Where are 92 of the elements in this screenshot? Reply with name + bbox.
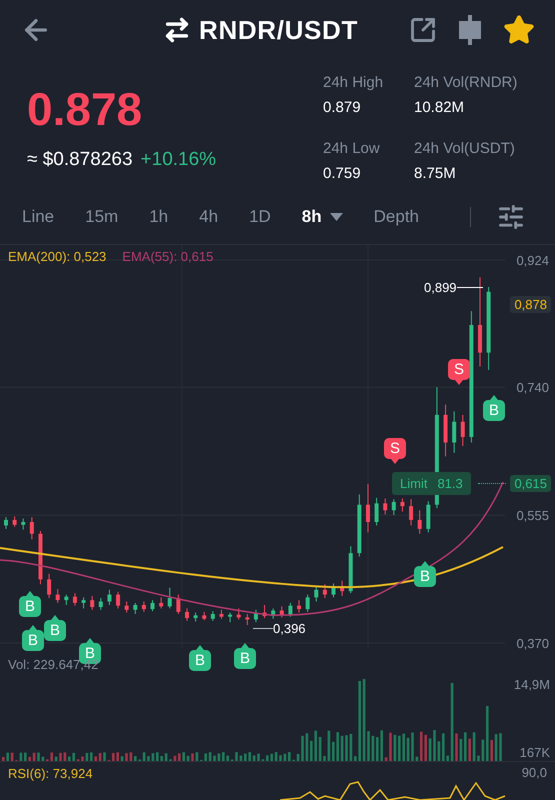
candle [107,589,112,606]
candle [392,498,396,516]
candle [236,608,241,620]
stat-value: 8.75M [414,164,457,184]
candle [409,498,414,526]
interval-tab[interactable]: 8h [302,204,343,230]
candlestick-icon[interactable] [457,15,483,45]
candle [219,609,224,620]
candle [228,612,232,623]
candle [90,596,94,610]
candle [332,583,336,598]
stat-label: 24h Vol(USDT) [414,139,516,159]
candle [306,594,310,612]
candle [194,612,198,622]
share-icon[interactable] [409,16,437,44]
stat-value: 0.879 [323,98,362,118]
volume-axis-label: 14,9M [514,676,550,694]
rsi-label: RSI(6): 73,924 [8,765,93,783]
settings-icon[interactable] [497,203,525,231]
stat-label: 24h Low [323,139,381,159]
pair-title: RNDR/USDT [199,14,358,46]
candle [124,601,129,614]
candle [168,587,172,609]
candle [288,602,292,618]
candle [38,530,42,585]
candle [98,598,103,610]
ema-legend: EMA(200): 0,523 [8,247,106,266]
interval-tab[interactable]: 15m [85,204,118,230]
candle [21,518,26,530]
candle [262,604,267,619]
candle [348,546,353,594]
usd-price: ≈ $0.878263 [27,148,133,172]
candle [340,580,344,596]
stat-value: 0.759 [323,164,362,184]
candle [4,516,8,530]
price-axis-label: 0,615 [510,475,551,492]
candle [30,516,34,540]
limit-order-tag[interactable]: Limit 81.3 [392,472,471,495]
candle [297,600,302,614]
candle [133,602,138,614]
candle [366,484,370,533]
candle [383,498,388,515]
candle [357,494,362,558]
candle [460,414,465,446]
candle [271,608,276,620]
candle [374,497,379,526]
candle [184,608,189,622]
interval-tab[interactable]: 1D [249,204,271,230]
favorite-star-icon[interactable] [503,14,535,46]
candle [116,591,120,609]
interval-tab[interactable]: Depth [374,204,420,230]
stat-value: 10.82M [414,98,466,118]
candle [210,610,215,622]
ema-legend: EMA(55): 0,615 [122,247,214,266]
interval-tab[interactable]: 4h [199,204,218,230]
price-change: +10.16% [140,148,216,172]
candle [64,594,68,606]
volume-axis-label: 167K [520,744,550,762]
candle [314,586,318,602]
candle [142,601,146,612]
last-price: 0.878 [27,86,144,132]
candle [280,606,284,618]
stat-label: 24h High [323,73,384,93]
candle [426,500,430,533]
candle [47,573,52,599]
candle [202,611,206,621]
candle [12,516,17,528]
price-axis-label: 0,740 [516,380,549,396]
candle [322,584,327,599]
candle [418,510,422,534]
price-axis-label: 0,924 [516,253,549,268]
price-axis-label: 0,555 [516,508,549,524]
candle [254,609,258,623]
candle [72,592,77,606]
price-axis-label: 0,370 [516,636,549,651]
stat-label: 24h Vol(RNDR) [414,73,518,93]
candle [150,600,155,612]
candle [400,498,404,512]
candle [56,588,60,604]
caret-icon [330,213,343,221]
candle [444,404,448,457]
candle [159,596,164,609]
candle [452,410,456,454]
candle [176,594,180,614]
high-price-label: 0,899 [424,279,457,297]
price-axis-label: 0,878 [510,296,551,313]
candle [245,613,250,626]
candle [82,596,86,609]
interval-tab[interactable]: 1h [149,204,168,230]
low-price-label: 0,396 [273,620,306,638]
interval-tab[interactable]: Line [22,204,54,230]
rsi-axis-label: 90,0 [522,764,547,782]
